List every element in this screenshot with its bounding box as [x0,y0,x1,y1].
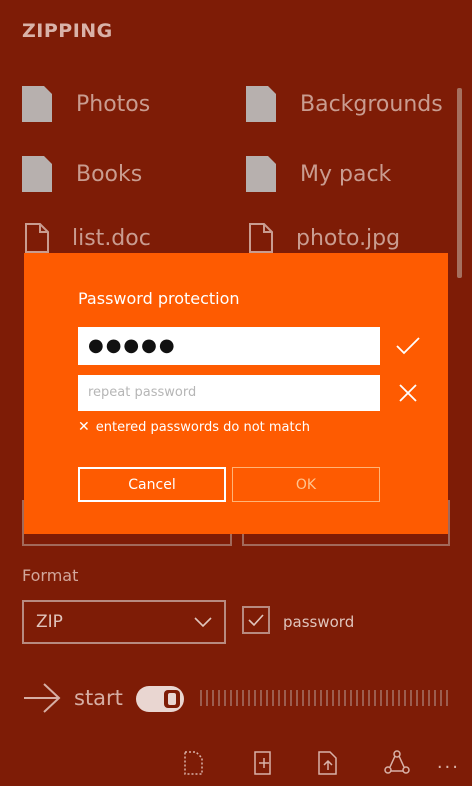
folder-icon [22,86,52,122]
format-label: Format [22,566,79,585]
password-input[interactable]: ●●●●● [78,327,380,365]
item-label: Books [76,161,143,187]
item-label: Photos [76,91,151,117]
list-item-photos[interactable]: Photos [22,86,150,122]
password-valid-check-icon [396,337,420,355]
item-label: My pack [300,161,392,187]
error-message: ✕ entered passwords do not match [78,419,310,435]
item-label: list.doc [72,225,151,251]
error-x-icon: ✕ [78,419,90,435]
toggle-knob [164,690,180,708]
cancel-button[interactable]: Cancel [78,467,226,502]
list-item-my-pack[interactable]: My pack [246,156,391,192]
file-icon [25,223,49,253]
checkmark-icon [248,614,264,627]
format-select[interactable]: ZIP [22,600,226,644]
repeat-password-input[interactable]: repeat password [78,375,380,411]
more-options-icon[interactable]: ... [437,752,460,773]
password-dialog: Password protection ●●●●● repeat passwor… [24,253,448,534]
format-selected-value: ZIP [36,612,63,632]
item-label: Backgrounds [300,91,443,117]
add-file-icon[interactable] [252,750,276,776]
page-title: ZIPPING [22,20,113,42]
file-icon [249,223,273,253]
battery-toggle[interactable] [136,686,184,712]
list-item-photo-jpg[interactable]: photo.jpg [248,222,400,254]
upload-file-icon[interactable] [316,750,340,776]
share-icon[interactable] [384,750,410,776]
folder-icon [246,156,276,192]
list-item-backgrounds[interactable]: Backgrounds [246,86,443,122]
dialog-title: Password protection [78,289,240,308]
progress-track [200,690,448,706]
app-bar [0,738,472,786]
scrollbar[interactable] [457,88,462,278]
password-checkbox[interactable] [242,606,270,634]
list-item-books[interactable]: Books [22,156,142,192]
mismatch-x-icon [399,384,417,402]
chevron-down-icon [194,617,212,627]
folder-icon [246,86,276,122]
start-arrow-icon[interactable] [22,682,62,714]
error-text: entered passwords do not match [95,419,311,435]
ok-button[interactable]: OK [232,467,380,502]
password-checkbox-label: password [283,613,355,631]
start-label[interactable]: start [74,686,123,710]
list-item-list-doc[interactable]: list.doc [24,222,151,254]
folder-icon [22,156,52,192]
new-file-icon[interactable] [182,750,206,776]
item-label: photo.jpg [296,225,401,251]
